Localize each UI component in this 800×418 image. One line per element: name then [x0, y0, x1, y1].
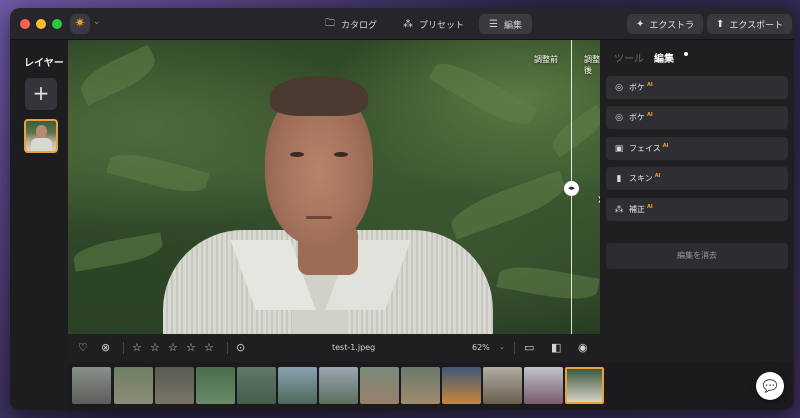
chat-bubble-icon: 💬	[762, 379, 778, 393]
tool-bokeh-2[interactable]: ◎ ボケ AI	[606, 106, 788, 129]
zoom-window-button[interactable]	[52, 19, 62, 29]
close-window-button[interactable]	[20, 19, 30, 29]
filmstrip	[68, 362, 794, 410]
bottle-icon: ▮	[616, 173, 622, 184]
tab-catalog[interactable]: 🗀 カタログ	[315, 14, 387, 34]
chevron-down-icon[interactable]: ⌄	[93, 17, 101, 27]
film-thumbnail[interactable]	[401, 367, 440, 404]
minimize-window-button[interactable]	[36, 19, 46, 29]
chevron-down-icon[interactable]: ⌄	[499, 343, 505, 351]
tool-correction[interactable]: ⁂ 補正 AI	[606, 198, 788, 221]
star-4-icon[interactable]: ☆	[186, 341, 196, 354]
film-thumbnail[interactable]	[237, 367, 276, 404]
star-2-icon[interactable]: ☆	[150, 341, 160, 354]
upload-circle-icon: ⬆	[716, 18, 725, 30]
folder-icon: 🗀	[325, 17, 335, 29]
reject-icon[interactable]: ⊗	[101, 341, 110, 354]
film-thumbnail[interactable]	[114, 367, 153, 404]
plus-icon: +	[32, 81, 50, 105]
before-label: 調整前	[534, 55, 558, 64]
magic-wand-icon: ⁂	[403, 18, 413, 30]
edit-panel: ツール 編集 ◎ ボケ AI ◎ ボケ AI ▣ フェイス AI ▮ スキン A…	[600, 40, 794, 410]
export-button-label: エクスポート	[729, 20, 784, 31]
layer-thumbnail[interactable]	[24, 119, 58, 153]
layers-sidebar: レイヤー +	[10, 40, 68, 410]
film-thumbnail[interactable]	[72, 367, 111, 404]
face-portrait-icon: ▣	[614, 143, 624, 154]
export-button[interactable]: ⬆ エクスポート	[707, 14, 793, 34]
add-layer-button[interactable]: +	[25, 78, 57, 110]
sliders-icon: ☰	[489, 18, 498, 30]
app-logo-icon[interactable]: ✷	[70, 14, 90, 34]
crop-compare-icon[interactable]: ▭	[524, 341, 534, 354]
tool-skin[interactable]: ▮ スキン AI	[606, 167, 788, 190]
aperture-icon: ◎	[615, 82, 623, 93]
compare-handle[interactable]: ◂▸	[564, 181, 579, 196]
film-thumbnail[interactable]	[278, 367, 317, 404]
tool-face[interactable]: ▣ フェイス AI	[606, 137, 788, 160]
clear-edits-button[interactable]: 編集を消去	[606, 243, 788, 269]
layers-title: レイヤー	[24, 58, 64, 69]
heart-icon[interactable]: ♡	[78, 341, 88, 354]
sparkle-wand-icon: ⁂	[614, 204, 624, 215]
film-thumbnail[interactable]	[442, 367, 481, 404]
file-name: test-1.jpeg	[332, 343, 376, 352]
split-view-icon[interactable]: ◧	[551, 341, 561, 354]
after-label: 調整後	[584, 55, 600, 75]
app-window: ✷ ⌄ 🗀 カタログ ⁂ プリセット ☰ 編集 ✦ エクストラ ⬆ エクスポート…	[10, 8, 794, 410]
film-thumbnail[interactable]	[319, 367, 358, 404]
star-1-icon[interactable]: ☆	[132, 341, 142, 354]
zoom-level[interactable]: 62%	[472, 343, 490, 352]
chat-button[interactable]: 💬	[756, 372, 784, 400]
tab-presets-label: プリセット	[419, 20, 465, 31]
film-thumbnail[interactable]	[155, 367, 194, 404]
tab-edit-panel[interactable]: 編集	[654, 50, 674, 65]
title-bar: ✷ ⌄ 🗀 カタログ ⁂ プリセット ☰ 編集 ✦ エクストラ ⬆ エクスポート	[10, 8, 794, 40]
sparkle-icon: ✦	[636, 18, 645, 30]
tab-edit-label: 編集	[503, 20, 522, 31]
film-thumbnail[interactable]	[524, 367, 563, 404]
aperture-icon: ◎	[615, 112, 623, 123]
tab-edit[interactable]: ☰ 編集	[479, 14, 532, 34]
photo-canvas[interactable]: 調整前 調整後 ◂▸ ➤	[68, 40, 600, 334]
extra-button-label: エクストラ	[649, 20, 695, 31]
bottom-toolbar: ♡ ⊗ ☆ ☆ ☆ ☆ ☆ ⊙ test-1.jpeg 62% ⌄ ▭ ◧ ◉	[68, 334, 600, 362]
eye-icon[interactable]: ◉	[578, 341, 588, 354]
film-thumbnail[interactable]	[360, 367, 399, 404]
film-thumbnail[interactable]	[483, 367, 522, 404]
star-3-icon[interactable]: ☆	[168, 341, 178, 354]
tool-bokeh-1[interactable]: ◎ ボケ AI	[606, 76, 788, 99]
star-5-icon[interactable]: ☆	[204, 341, 214, 354]
extra-button[interactable]: ✦ エクストラ	[627, 14, 704, 34]
more-options-icon[interactable]: ⊙	[236, 341, 245, 354]
edit-indicator-dot	[684, 52, 688, 56]
tab-tools[interactable]: ツール	[614, 50, 644, 65]
tab-catalog-label: カタログ	[341, 20, 378, 31]
tab-presets[interactable]: ⁂ プリセット	[393, 14, 474, 34]
film-thumbnail-selected[interactable]	[565, 367, 604, 404]
film-thumbnail[interactable]	[196, 367, 235, 404]
